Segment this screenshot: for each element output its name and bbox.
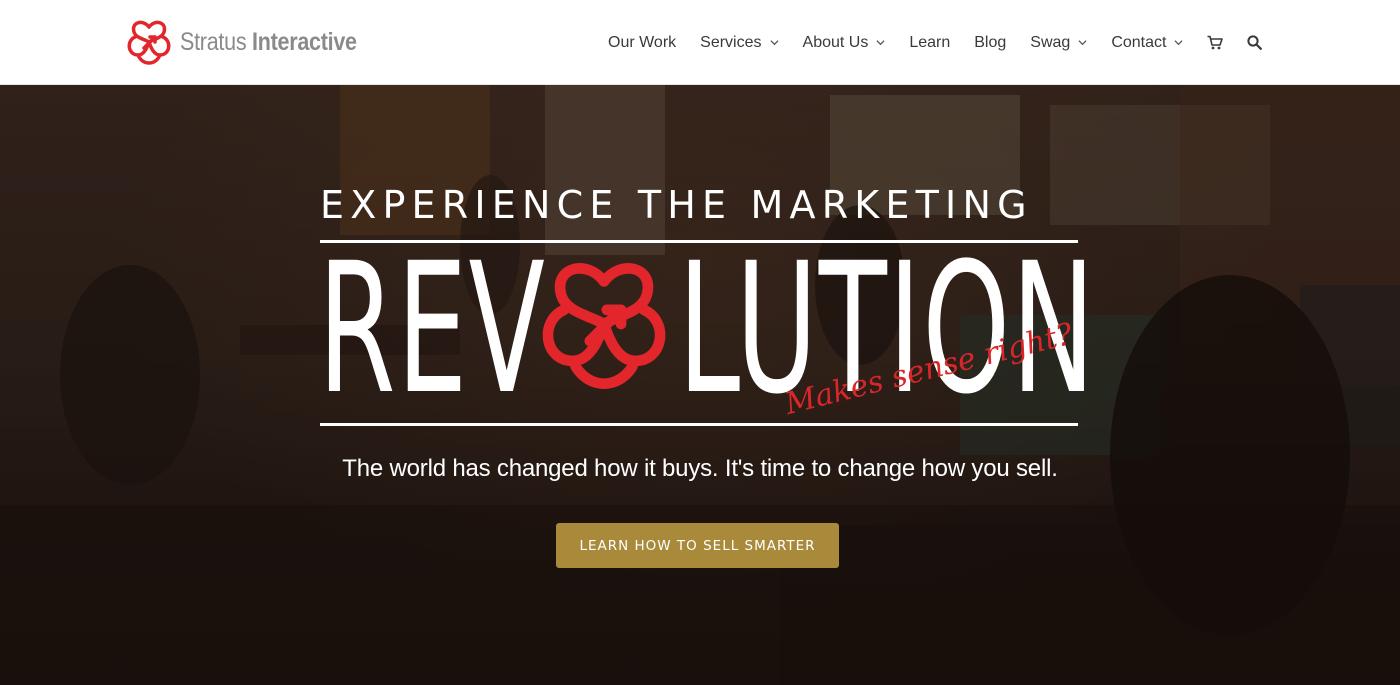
main-nav: Our Work Services About Us Learn Blog Sw… — [608, 0, 1263, 85]
stratus-knot-icon — [127, 20, 171, 65]
nav-our-work[interactable]: Our Work — [608, 34, 676, 52]
nav-blog-label: Blog — [974, 33, 1007, 51]
nav-learn-label: Learn — [909, 33, 951, 51]
cart-icon — [1207, 35, 1224, 50]
stratus-knot-icon — [542, 263, 666, 389]
chevron-down-icon — [876, 40, 885, 46]
nav-about-us-label: About Us — [802, 33, 869, 51]
search-icon — [1247, 35, 1263, 50]
nav-learn[interactable]: Learn — [909, 34, 950, 52]
nav-our-work-label: Our Work — [608, 33, 677, 51]
nav-blog[interactable]: Blog — [974, 34, 1006, 52]
nav-contact[interactable]: Contact — [1111, 34, 1183, 52]
nav-swag[interactable]: Swag — [1030, 34, 1087, 52]
site-logo[interactable]: Stratus Interactive — [124, 16, 386, 68]
nav-about-us[interactable]: About Us — [803, 34, 886, 52]
nav-services-label: Services — [700, 33, 762, 51]
nav-services[interactable]: Services — [700, 33, 779, 52]
chevron-down-icon — [1078, 40, 1087, 46]
cart-button[interactable] — [1207, 35, 1224, 50]
hero-section: EXPERIENCE THE MARKETING REV LUTION Make… — [0, 85, 1400, 685]
nav-contact-label: Contact — [1111, 33, 1167, 51]
brand-name-light: Stratus — [180, 27, 247, 56]
site-header: Stratus Interactive Our Work Services Ab… — [0, 0, 1400, 85]
hero-subhead: The world has changed how it buys. It's … — [342, 455, 1058, 482]
brand-name: Stratus Interactive — [180, 28, 357, 57]
search-button[interactable] — [1247, 35, 1263, 50]
learn-how-to-sell-smarter-button[interactable]: LEARN HOW TO SELL SMARTER — [556, 523, 839, 568]
headline-divider-bottom — [320, 423, 1078, 426]
chevron-down-icon — [1174, 40, 1183, 46]
brand-name-bold: Interactive — [252, 27, 357, 56]
chevron-down-icon — [769, 40, 779, 46]
hero-big-word-left: REV — [318, 225, 547, 434]
nav-swag-label: Swag — [1030, 33, 1071, 51]
hero-headline-top: EXPERIENCE THE MARKETING — [320, 183, 1033, 227]
